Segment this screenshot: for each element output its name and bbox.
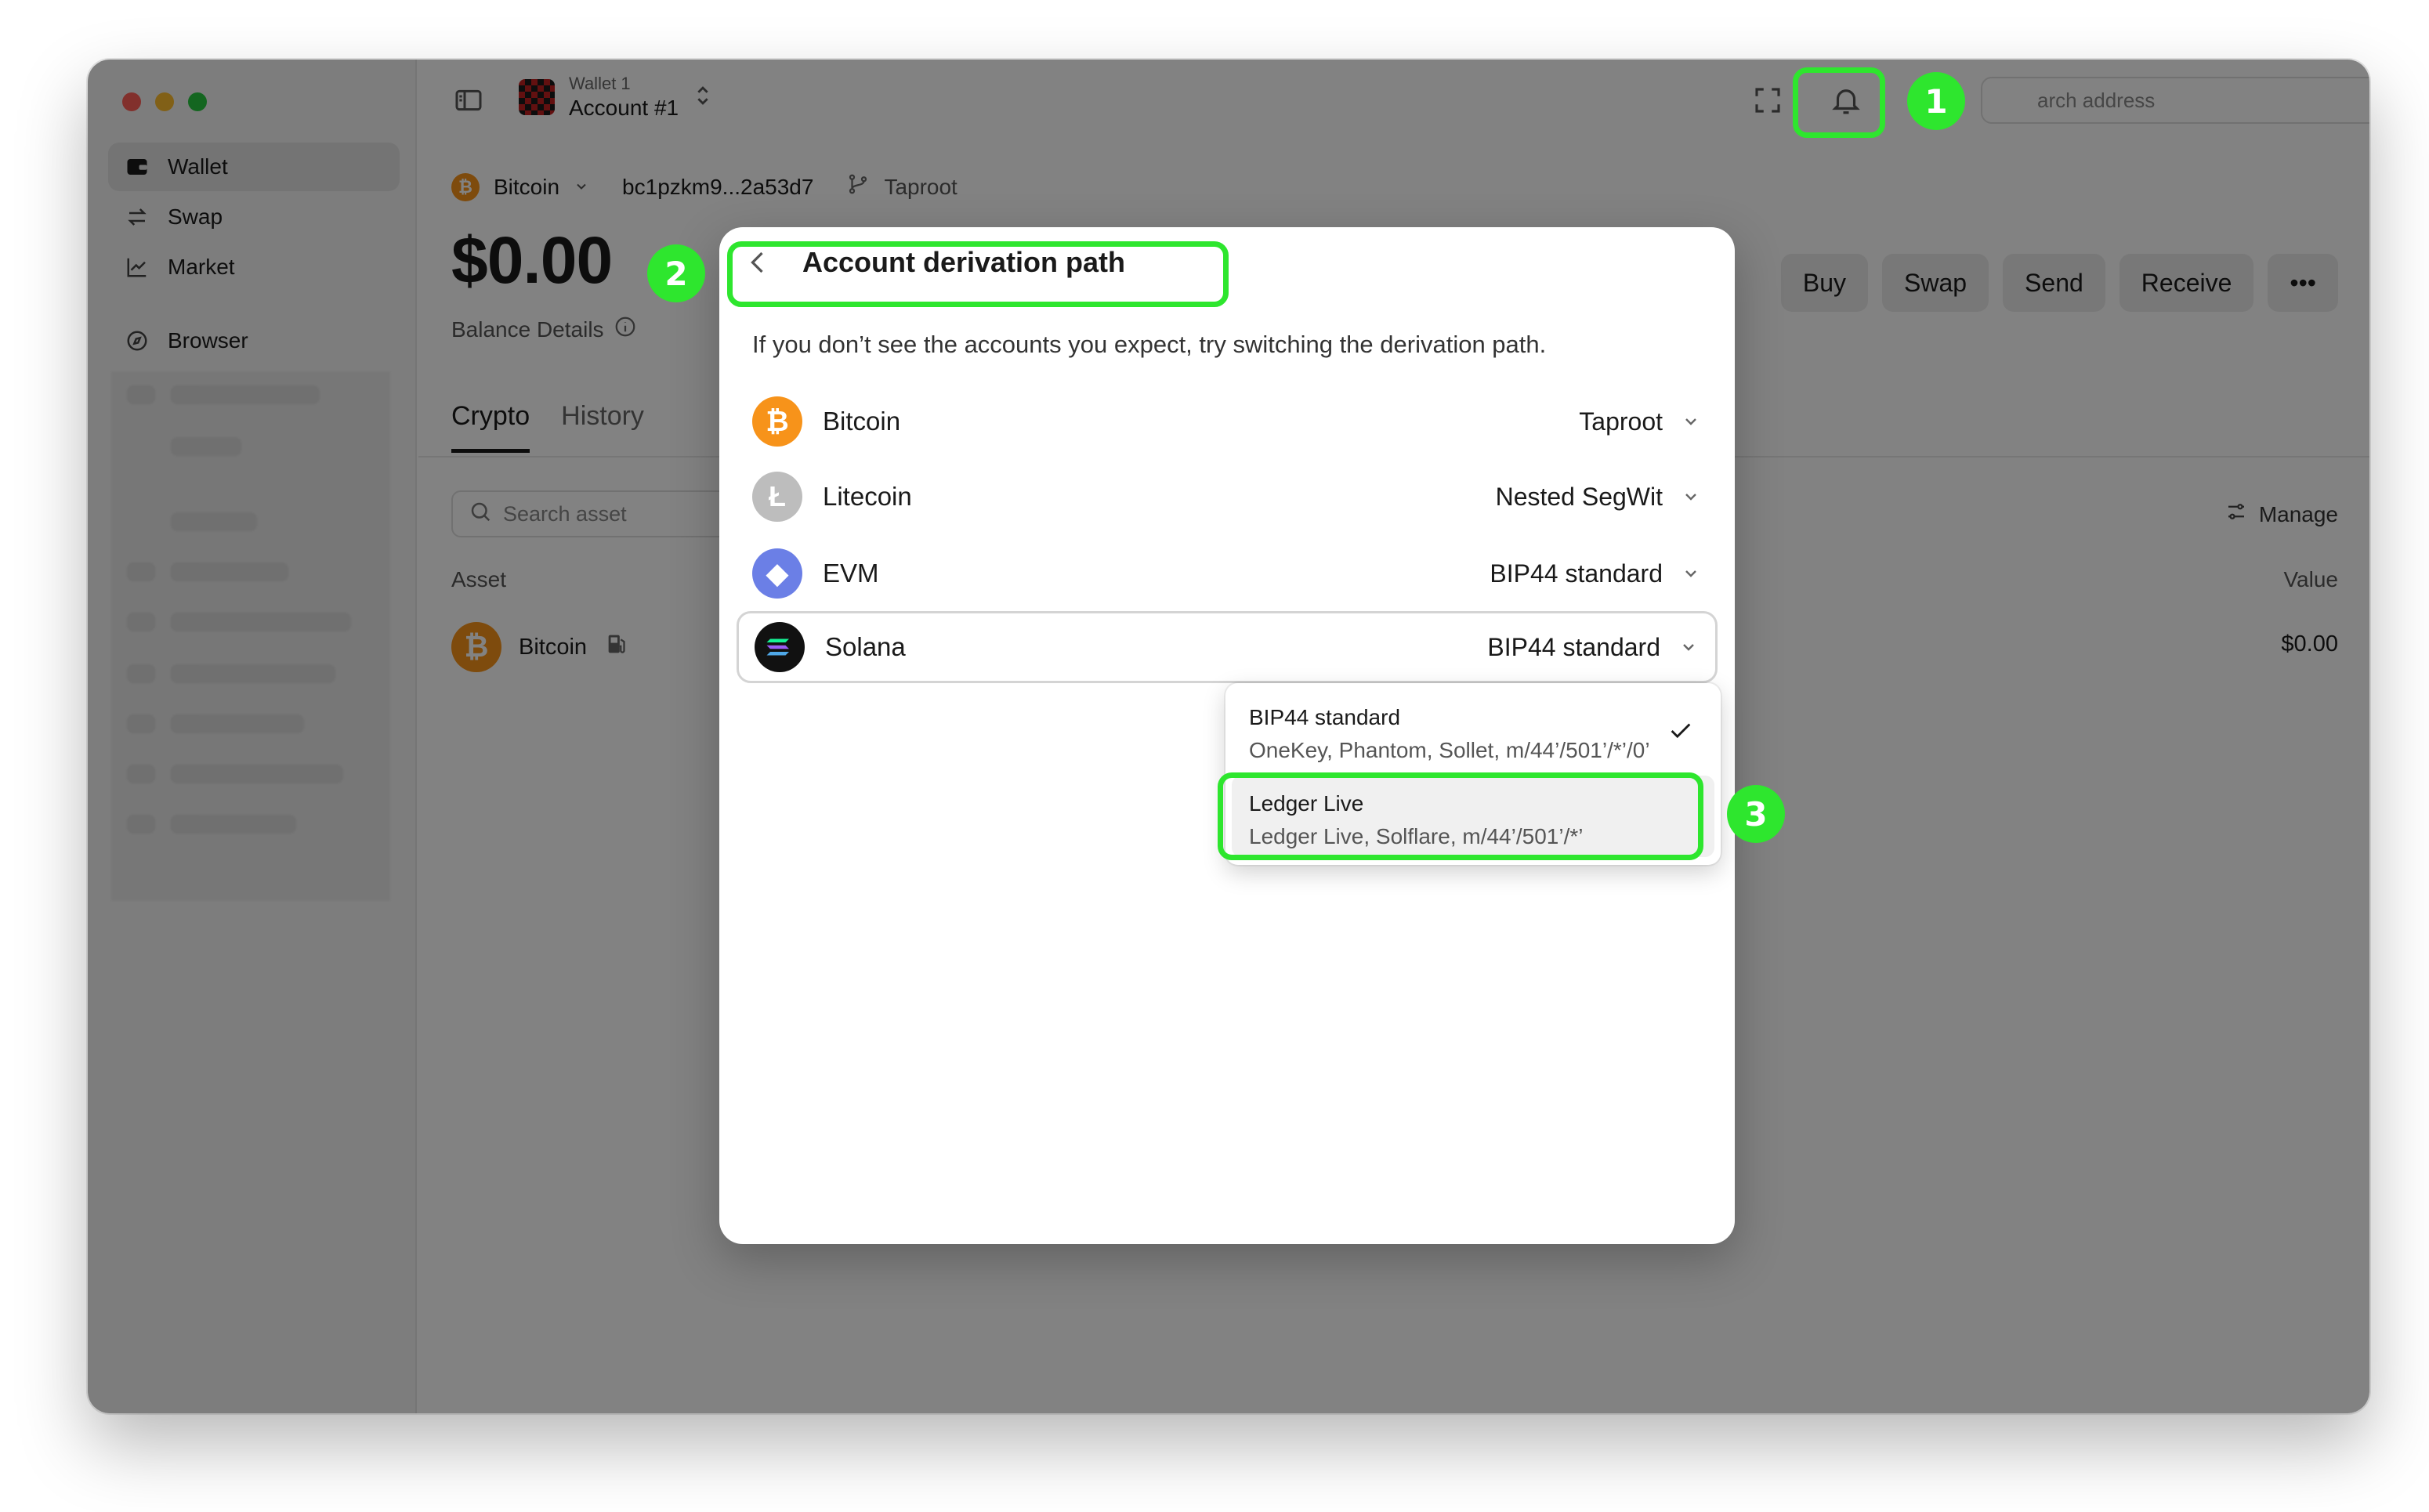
option-bip44-standard[interactable]: BIP44 standard OneKey, Phantom, Sollet, … xyxy=(1232,689,1714,771)
chain-path: Taproot xyxy=(1579,407,1663,436)
litecoin-icon: Ł xyxy=(752,472,802,522)
step-badge-1: 1 xyxy=(1907,72,1965,130)
chevron-down-icon xyxy=(1678,636,1700,658)
chain-row-litecoin[interactable]: Ł Litecoin Nested SegWit xyxy=(737,461,1718,533)
chevron-down-icon xyxy=(1680,562,1702,584)
highlight-dialog-title xyxy=(727,241,1229,307)
step-badge-2: 2 xyxy=(647,244,705,302)
option-title: BIP44 standard xyxy=(1249,705,1401,729)
chain-row-solana[interactable]: Solana BIP44 standard xyxy=(737,611,1718,683)
chevron-down-icon xyxy=(1680,411,1702,432)
chain-path: BIP44 standard xyxy=(1487,632,1660,661)
option-subtitle: OneKey, Phantom, Sollet, m/44’/501’/*’/0… xyxy=(1249,738,1650,762)
chain-name: Bitcoin xyxy=(823,407,901,436)
checkmark-icon xyxy=(1667,718,1694,748)
chain-path: BIP44 standard xyxy=(1490,559,1663,588)
chain-name: EVM xyxy=(823,559,879,588)
solana-icon xyxy=(755,622,805,672)
chain-row-bitcoin[interactable]: ₿ Bitcoin Taproot xyxy=(737,385,1718,458)
chain-row-evm[interactable]: ◆ EVM BIP44 standard xyxy=(737,537,1718,610)
ethereum-icon: ◆ xyxy=(752,548,802,599)
chain-name: Solana xyxy=(825,632,906,661)
highlight-settings xyxy=(1793,67,1885,138)
chain-name: Litecoin xyxy=(823,482,912,511)
highlight-ledger-live xyxy=(1218,772,1703,860)
chain-path: Nested SegWit xyxy=(1495,482,1663,511)
dialog-description: If you don’t see the accounts you expect… xyxy=(752,331,1547,358)
bitcoin-icon: ₿ xyxy=(752,396,802,447)
step-badge-3: 3 xyxy=(1727,785,1785,843)
chevron-down-icon xyxy=(1680,486,1702,508)
